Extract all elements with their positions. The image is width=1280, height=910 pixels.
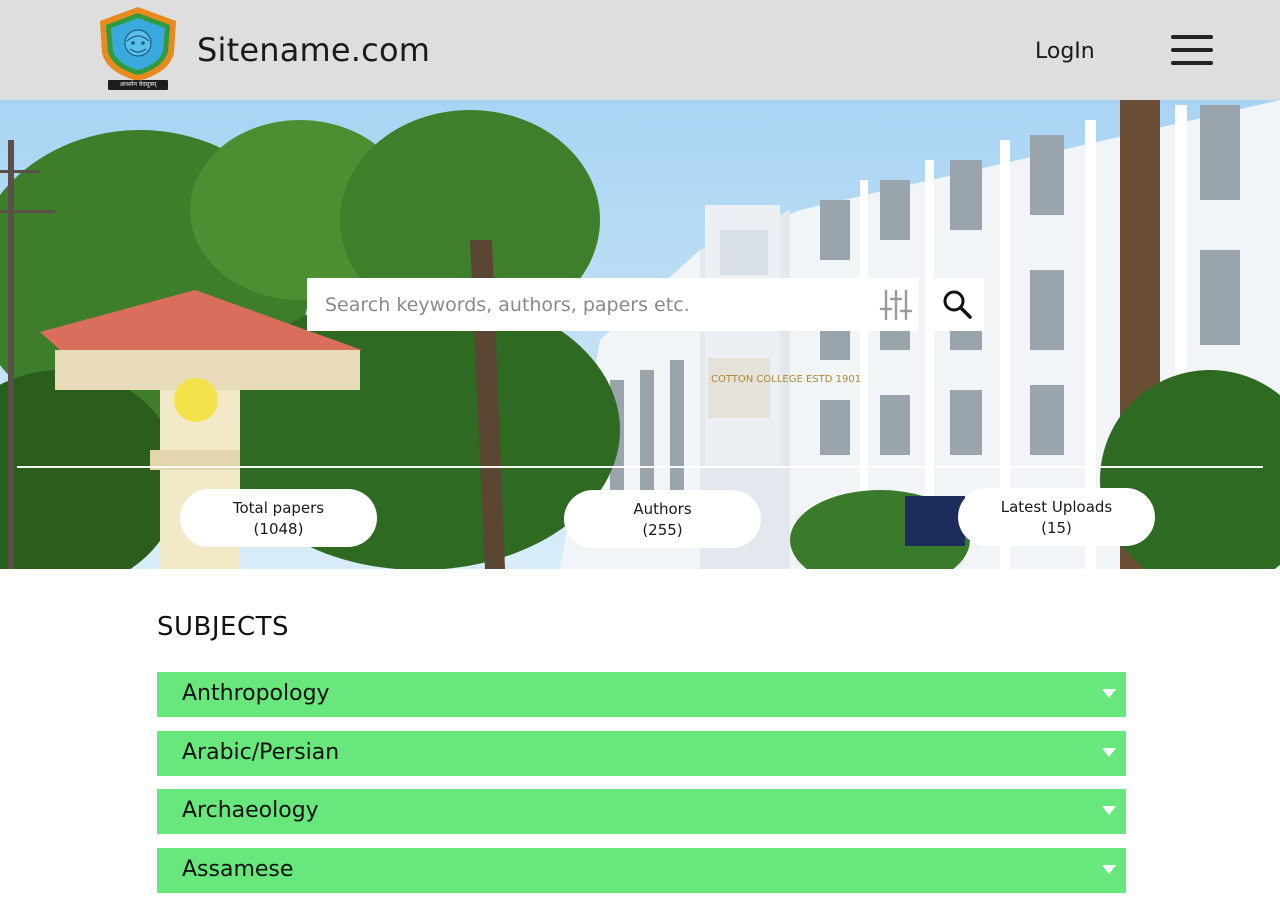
site-logo[interactable]: आश्रमेन वेदसूत्रम्: [97, 5, 179, 91]
stat-count: (255): [642, 521, 683, 539]
subject-name: Assamese: [182, 857, 294, 882]
subject-name: Archaeology: [182, 798, 319, 823]
subjects-heading: SUBJECTS: [157, 612, 290, 642]
subject-row-anthropology[interactable]: Anthropology: [157, 672, 1126, 717]
magnifier-search-icon: [943, 290, 972, 319]
site-name[interactable]: Sitename.com: [197, 28, 430, 72]
stat-label: Latest Uploads: [1000, 498, 1113, 516]
authors-stat[interactable]: Authors (255): [564, 490, 761, 548]
logo-emblem-icon: [100, 7, 176, 81]
hamburger-menu-icon[interactable]: [1169, 33, 1215, 67]
stat-count: (15): [1041, 519, 1072, 537]
total-papers-stat[interactable]: Total papers (1048): [180, 489, 377, 547]
logo-motto-ribbon: आश्रमेन वेदसूत्रम्: [108, 80, 168, 90]
caret-down-icon[interactable]: [1102, 865, 1116, 874]
subject-name: Arabic/Persian: [182, 740, 340, 765]
subject-row-arabic-persian[interactable]: Arabic/Persian: [157, 731, 1126, 776]
subject-row-assamese[interactable]: Assamese: [157, 848, 1126, 893]
stat-count: (1048): [253, 520, 304, 538]
building-sign: COTTON COLLEGE ESTD 1901: [711, 374, 861, 385]
login-link[interactable]: LogIn: [1035, 36, 1095, 68]
sliders-filter-icon[interactable]: [878, 287, 914, 323]
hero-banner: COTTON COLLEGE ESTD 1901 Search keywords…: [0, 100, 1280, 569]
stat-label: Authors: [633, 500, 692, 518]
caret-down-icon[interactable]: [1102, 806, 1116, 815]
search-input[interactable]: [307, 278, 867, 331]
hero-divider: [17, 466, 1263, 468]
search-bar: [307, 278, 918, 331]
logo-motto: आश्रमेन वेदसूत्रम्: [119, 81, 157, 88]
search-button[interactable]: [931, 278, 984, 331]
latest-uploads-stat[interactable]: Latest Uploads (15): [958, 488, 1155, 546]
stat-label: Total papers: [232, 499, 325, 517]
subject-row-archaeology[interactable]: Archaeology: [157, 789, 1126, 834]
caret-down-icon[interactable]: [1102, 689, 1116, 698]
subject-name: Anthropology: [182, 681, 330, 706]
caret-down-icon[interactable]: [1102, 748, 1116, 757]
site-header: आश्रमेन वेदसूत्रम् Sitename.com LogIn: [0, 0, 1280, 100]
